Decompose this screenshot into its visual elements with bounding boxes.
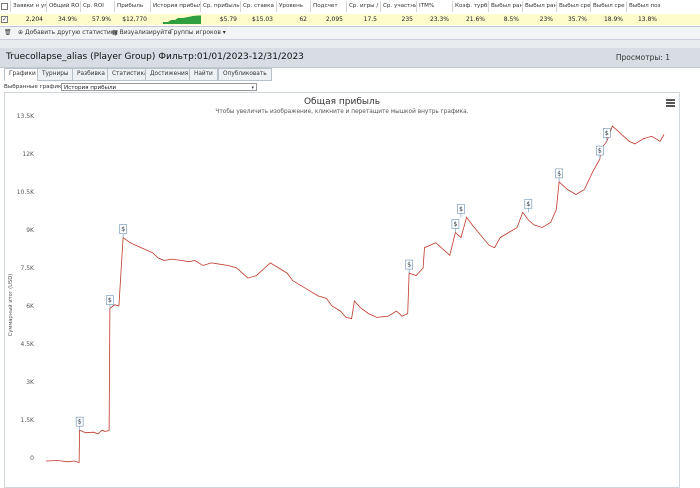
- chart-subtitle: Чтобы увеличить изображение, кликните и …: [215, 108, 468, 115]
- y-ticks: 0 1.5K 3K 4.5K 6K 7.5K 9K 10.5K 12K 13.5K: [17, 113, 35, 462]
- y-tick-label: 10.5K: [17, 189, 35, 196]
- dollar-marker[interactable]: $: [595, 145, 604, 160]
- markers: $ $ $ $ $ $ $ $ $ $: [75, 128, 611, 431]
- dollar-marker[interactable]: $: [75, 416, 84, 431]
- dollar-marker[interactable]: $: [405, 259, 413, 274]
- y-tick-label: 12K: [22, 151, 35, 158]
- chart-title: Общая прибыль: [304, 97, 380, 107]
- y-axis-label: Суммарный итог (USD): [7, 274, 14, 337]
- marker-label: $: [453, 221, 457, 228]
- marker-label: $: [605, 130, 609, 137]
- dollar-marker[interactable]: $: [119, 224, 127, 238]
- y-tick-label: 3K: [26, 379, 35, 386]
- marker-label: $: [557, 170, 561, 177]
- y-tick-label: 6K: [26, 303, 35, 310]
- series-line: [45, 125, 665, 464]
- marker-label: $: [108, 297, 112, 304]
- y-tick-label: 13.5K: [17, 113, 35, 120]
- hamburger-menu-icon[interactable]: [666, 99, 675, 107]
- dollar-marker[interactable]: $: [457, 204, 465, 218]
- marker-label: $: [598, 148, 602, 155]
- dollar-marker[interactable]: $: [524, 198, 533, 213]
- y-tick-label: 1.5K: [21, 417, 36, 424]
- dollar-marker[interactable]: $: [555, 168, 563, 182]
- marker-label: $: [459, 206, 463, 213]
- y-tick-label: 4.5K: [21, 341, 36, 348]
- marker-label: $: [407, 262, 411, 269]
- marker-label: $: [526, 201, 530, 208]
- marker-label: $: [121, 226, 125, 233]
- y-tick-label: 7.5K: [21, 265, 36, 272]
- dollar-marker[interactable]: $: [451, 219, 460, 233]
- y-tick-label: 0: [30, 455, 34, 462]
- y-tick-label: 9K: [26, 227, 35, 234]
- profit-chart: Общая прибыль Чтобы увеличить изображени…: [7, 97, 665, 464]
- dollar-marker[interactable]: $: [602, 128, 611, 142]
- marker-label: $: [78, 419, 82, 426]
